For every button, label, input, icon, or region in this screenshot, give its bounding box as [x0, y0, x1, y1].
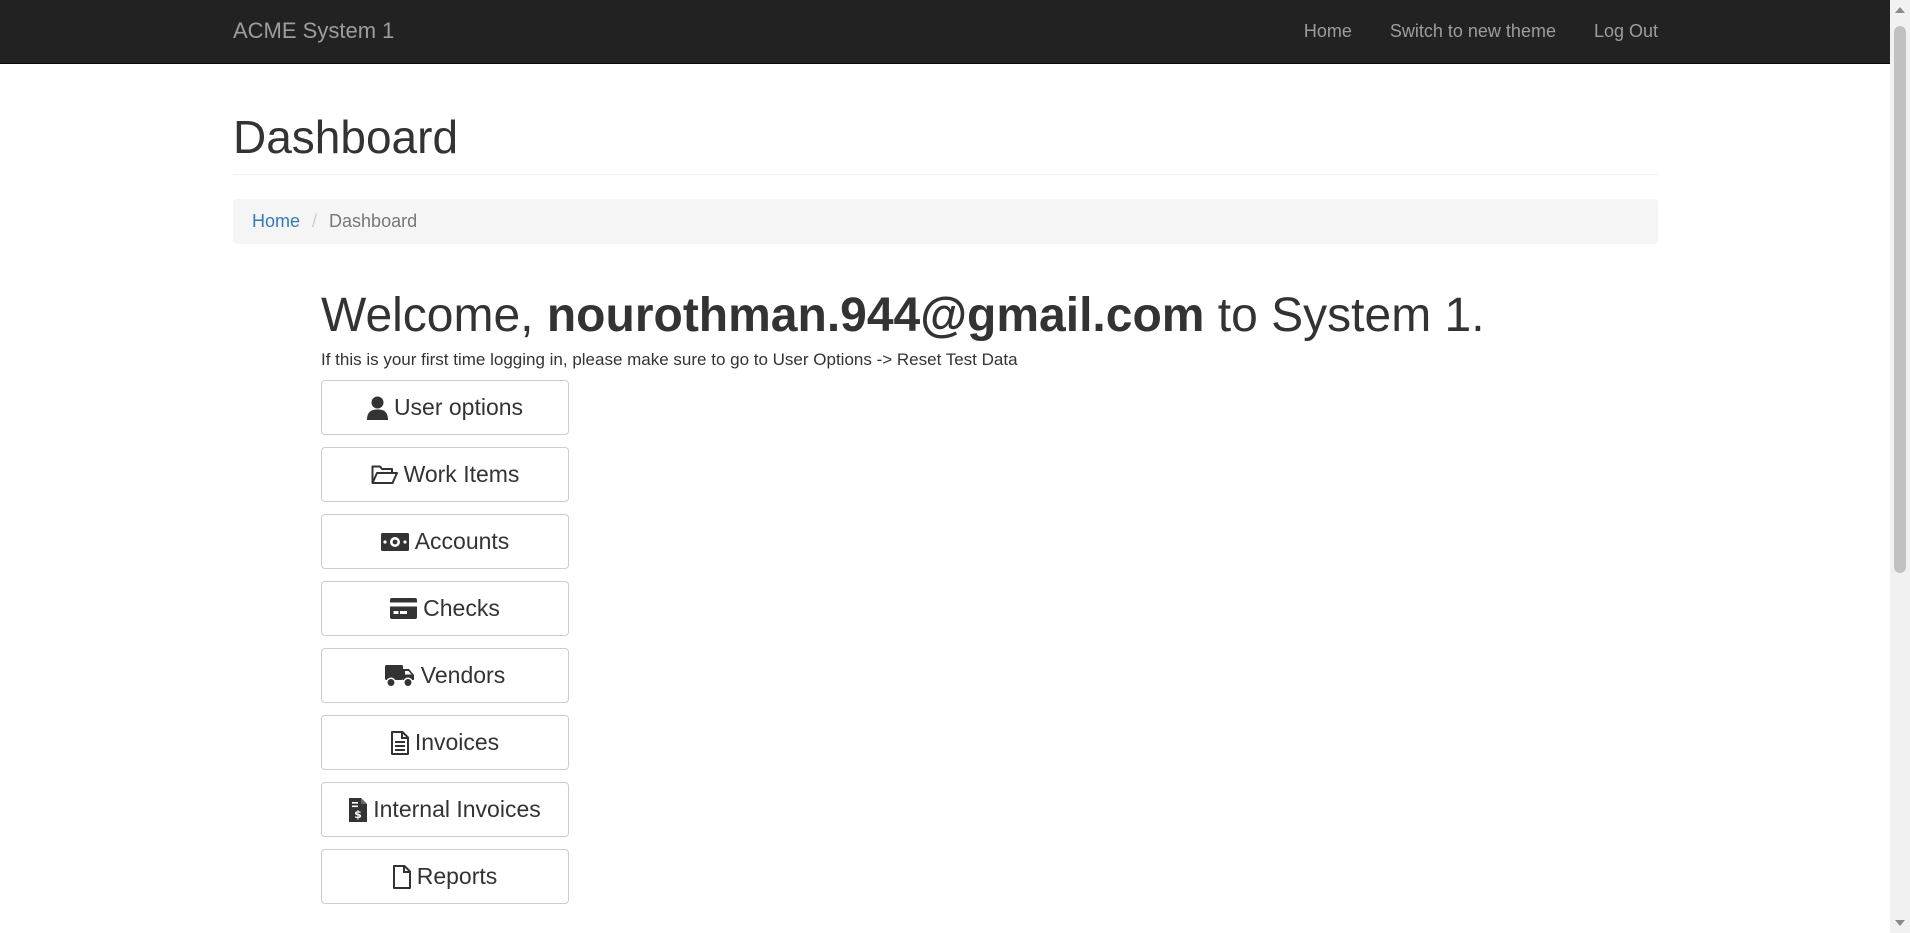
user-icon — [366, 396, 388, 420]
scroll-thumb[interactable] — [1894, 26, 1906, 573]
nav-switch-theme-link[interactable]: Switch to new theme — [1390, 20, 1556, 42]
scroll-down-arrow-icon[interactable] — [1895, 920, 1905, 926]
main-container: Dashboard Home / Dashboard Welcome, nour… — [233, 63, 1658, 904]
welcome-block: Welcome, nourothman.944@gmail.com to Sys… — [321, 290, 1658, 904]
credit-card-icon — [390, 598, 418, 619]
breadcrumb-home-link[interactable]: Home — [252, 211, 300, 232]
accounts-label: Accounts — [414, 528, 510, 554]
vendors-button[interactable]: Vendors — [321, 648, 569, 703]
nav-links: Home Switch to new theme Log Out — [1304, 20, 1658, 42]
brand-link[interactable]: ACME System 1 — [233, 19, 394, 43]
page: ACME System 1 Home Switch to new theme L… — [0, 0, 1910, 933]
top-navbar: ACME System 1 Home Switch to new theme L… — [0, 0, 1890, 64]
welcome-heading: Welcome, nourothman.944@gmail.com to Sys… — [321, 290, 1658, 342]
dashboard-menu: User options Work Items Accounts Checks … — [321, 380, 1658, 904]
file-text-icon — [390, 730, 409, 755]
truck-icon — [384, 664, 415, 688]
work-items-button[interactable]: Work Items — [321, 447, 569, 502]
reports-label: Reports — [416, 863, 498, 889]
breadcrumb-current: Dashboard — [329, 211, 418, 231]
internal-invoices-button[interactable]: $ Internal Invoices — [321, 782, 569, 837]
file-invoice-dollar-icon: $ — [349, 797, 368, 822]
work-items-label: Work Items — [403, 461, 520, 487]
vertical-scrollbar[interactable] — [1890, 0, 1910, 933]
page-header: Dashboard — [233, 112, 1658, 175]
welcome-prefix: Welcome, — [321, 289, 534, 342]
folder-open-icon — [371, 464, 398, 485]
invoices-button[interactable]: Invoices — [321, 715, 569, 770]
internal-invoices-label: Internal Invoices — [373, 796, 541, 822]
scroll-up-arrow-icon[interactable] — [1895, 7, 1905, 13]
checks-label: Checks — [423, 595, 500, 621]
page-title: Dashboard — [233, 111, 459, 163]
breadcrumb-separator: / — [312, 211, 318, 231]
accounts-button[interactable]: Accounts — [321, 514, 569, 569]
breadcrumb: Home / Dashboard — [233, 199, 1658, 244]
welcome-user-email: nourothman.944@gmail.com — [546, 289, 1205, 342]
reports-button[interactable]: Reports — [321, 849, 569, 904]
user-options-button[interactable]: User options — [321, 380, 569, 435]
money-bill-icon — [380, 532, 409, 551]
nav-home-link[interactable]: Home — [1304, 20, 1352, 42]
user-options-label: User options — [393, 394, 524, 420]
nav-logout-link[interactable]: Log Out — [1594, 20, 1658, 42]
vendors-label: Vendors — [420, 662, 506, 688]
checks-button[interactable]: Checks — [321, 581, 569, 636]
svg-text:$: $ — [354, 808, 362, 821]
first-login-notice: If this is your first time logging in, p… — [321, 350, 1018, 369]
invoices-label: Invoices — [414, 729, 500, 755]
welcome-suffix: to System 1. — [1217, 289, 1485, 342]
file-icon — [392, 864, 411, 889]
